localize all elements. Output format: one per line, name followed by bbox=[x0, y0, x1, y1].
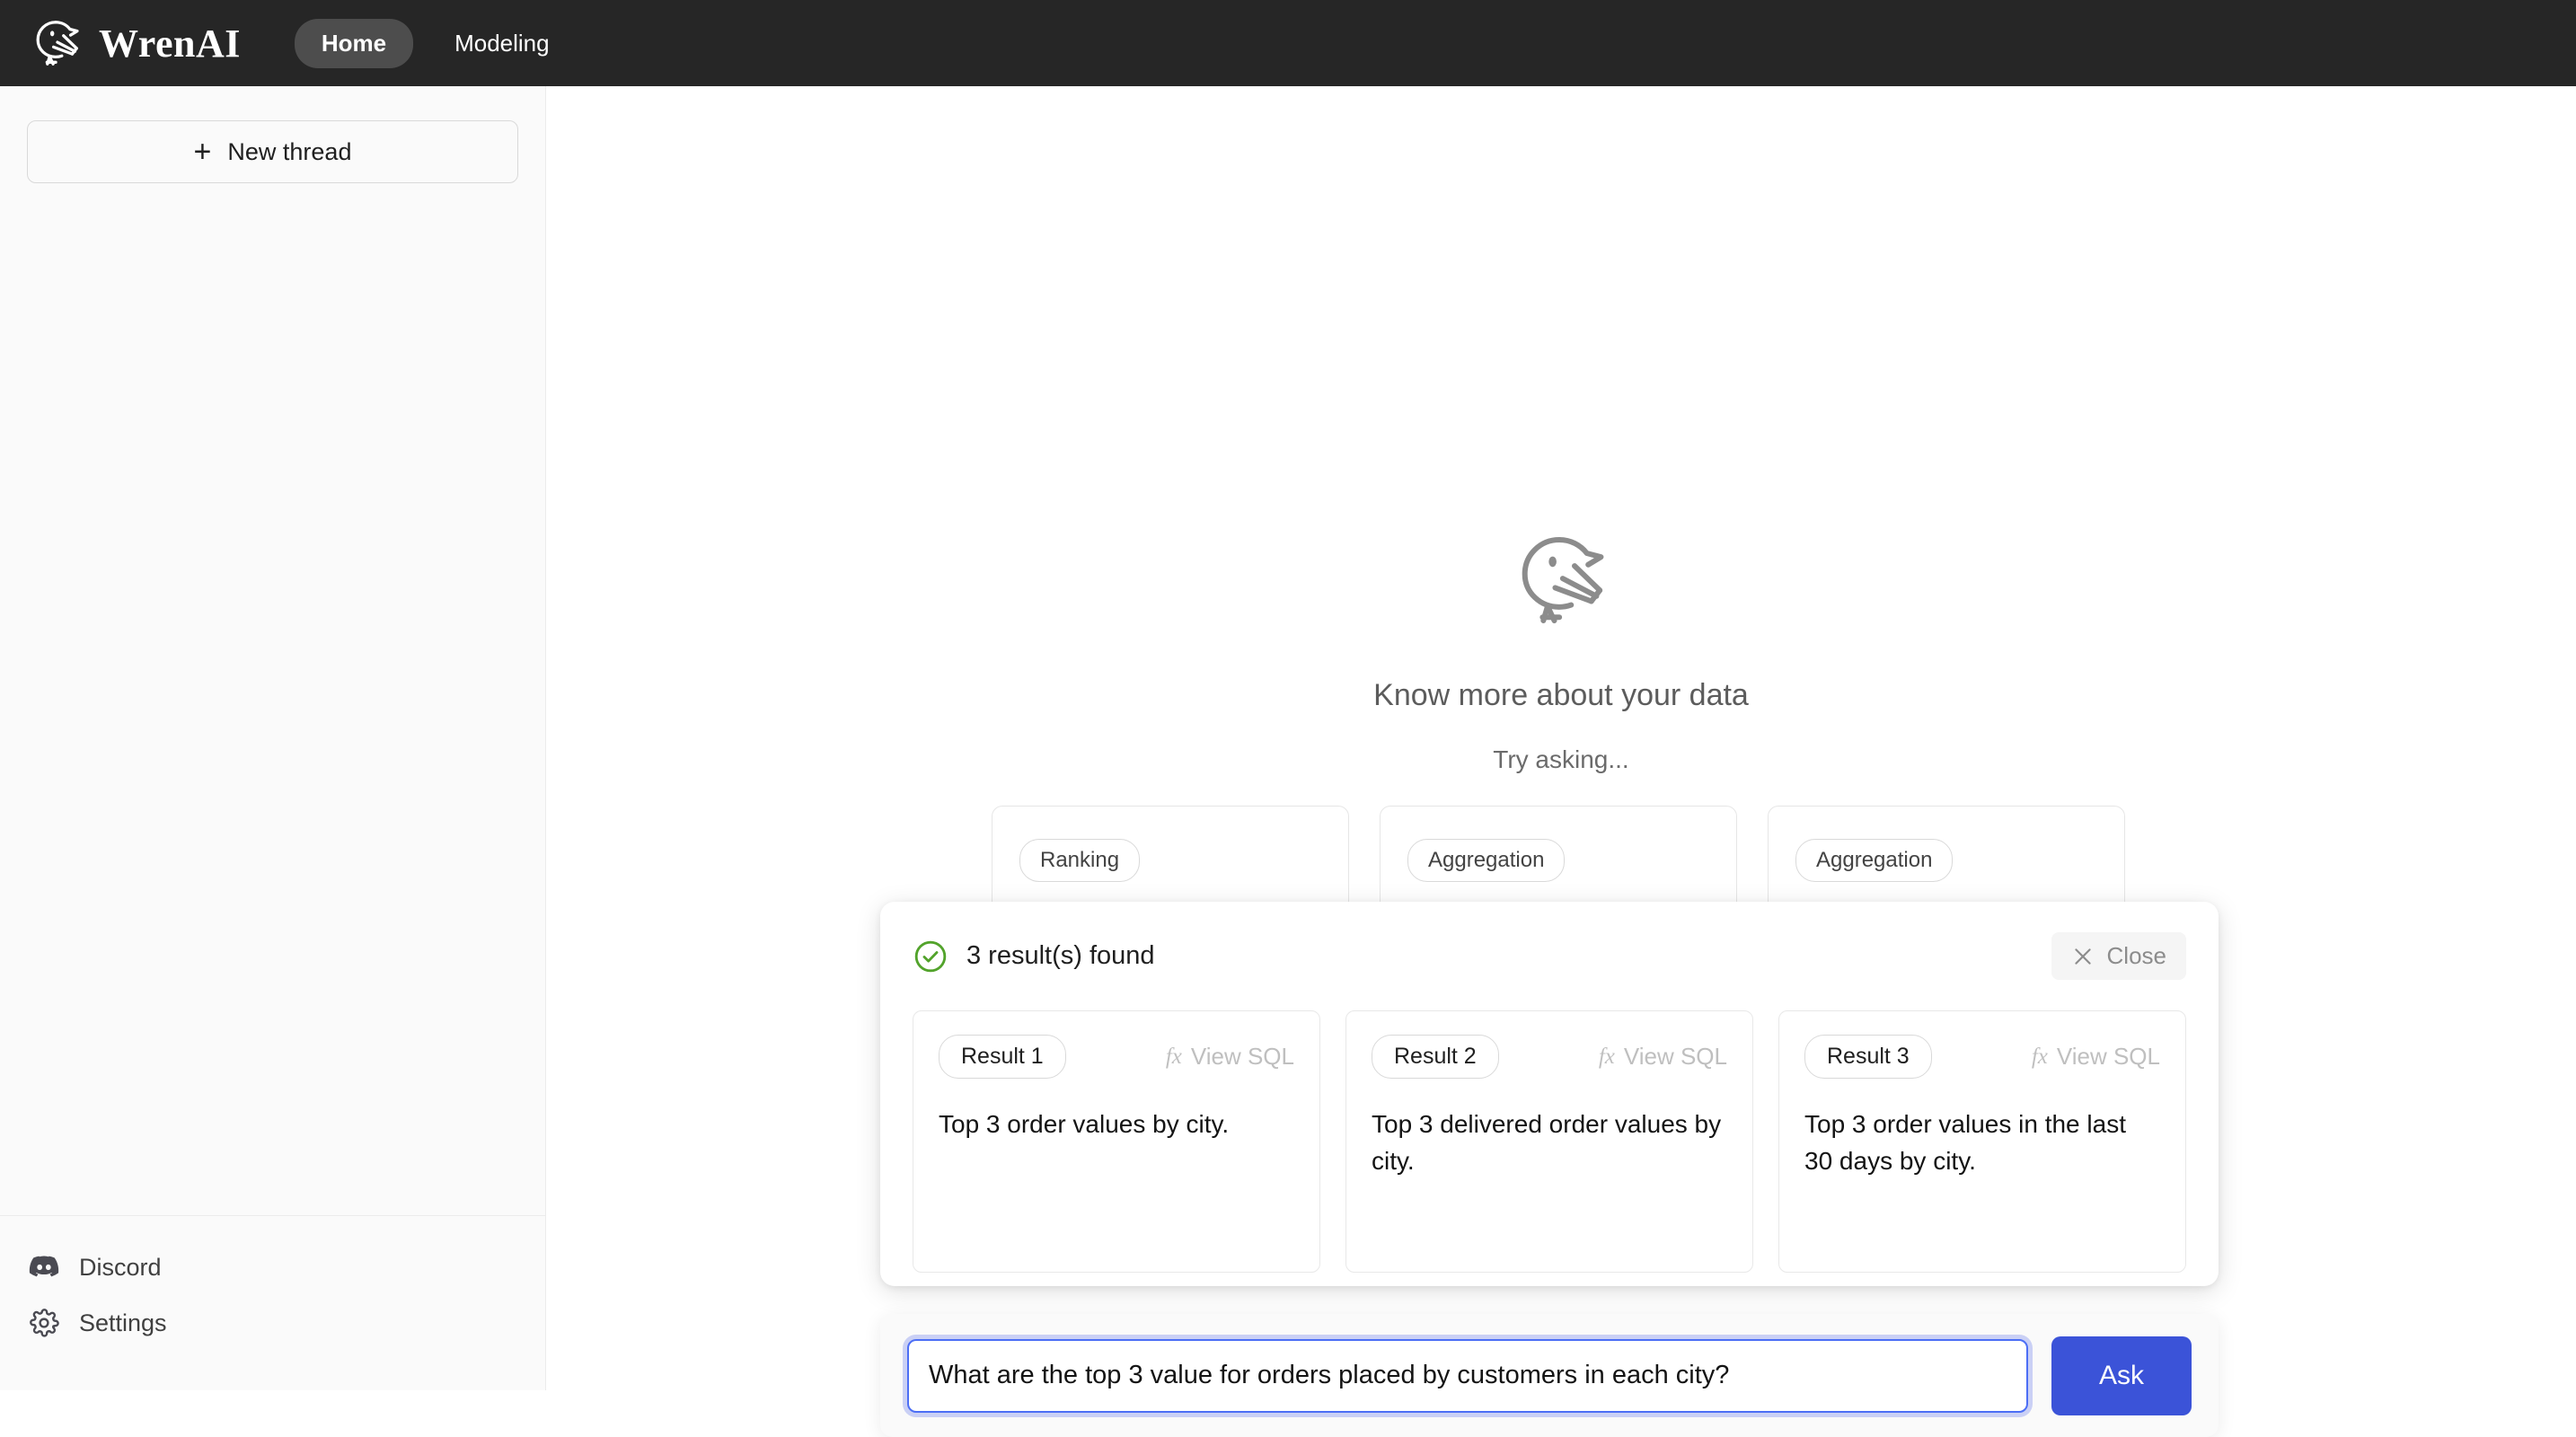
sidebar-footer: Discord Settings bbox=[0, 1215, 546, 1390]
brand[interactable]: WrenAI bbox=[29, 15, 241, 71]
empty-state-title: Know more about your data bbox=[546, 678, 2576, 713]
result-badge: Result 1 bbox=[939, 1035, 1066, 1079]
ask-button[interactable]: Ask bbox=[2051, 1336, 2192, 1415]
plus-icon: + bbox=[194, 137, 212, 167]
result-card[interactable]: Result 2 fx View SQL Top 3 delivered ord… bbox=[1345, 1010, 1753, 1273]
gear-icon bbox=[29, 1308, 59, 1338]
discord-icon bbox=[29, 1252, 59, 1283]
view-sql-button[interactable]: fx View SQL bbox=[1166, 1043, 1294, 1071]
result-description: Top 3 delivered order values by city. bbox=[1372, 1106, 1727, 1180]
nav-items: Home Modeling bbox=[295, 19, 577, 68]
fx-icon: fx bbox=[1166, 1045, 1182, 1070]
result-card-header: Result 3 fx View SQL bbox=[1804, 1035, 2160, 1079]
new-thread-button[interactable]: + New thread bbox=[27, 120, 518, 183]
view-sql-label: View SQL bbox=[1624, 1043, 1727, 1071]
close-button-label: Close bbox=[2107, 942, 2166, 970]
empty-state-subtitle: Try asking... bbox=[546, 745, 2576, 774]
result-card-list: Result 1 fx View SQL Top 3 order values … bbox=[880, 980, 2219, 1273]
sidebar-item-discord[interactable]: Discord bbox=[0, 1239, 546, 1295]
suggestion-category-badge: Aggregation bbox=[1407, 839, 1565, 882]
new-thread-label: New thread bbox=[227, 138, 351, 166]
result-card-header: Result 2 fx View SQL bbox=[1372, 1035, 1727, 1079]
prompt-bar: Ask bbox=[880, 1314, 2219, 1437]
sidebar-item-settings-label: Settings bbox=[79, 1309, 167, 1337]
result-description: Top 3 order values in the last 30 days b… bbox=[1804, 1106, 2160, 1180]
nav-item-modeling[interactable]: Modeling bbox=[428, 19, 577, 68]
close-button[interactable]: Close bbox=[2051, 932, 2186, 980]
view-sql-button[interactable]: fx View SQL bbox=[1599, 1043, 1727, 1071]
result-badge: Result 3 bbox=[1804, 1035, 1932, 1079]
main-content: Know more about your data Try asking... … bbox=[546, 86, 2576, 1390]
nav-item-home[interactable]: Home bbox=[295, 19, 413, 68]
result-card[interactable]: Result 3 fx View SQL Top 3 order values … bbox=[1778, 1010, 2186, 1273]
result-card-header: Result 1 fx View SQL bbox=[939, 1035, 1294, 1079]
close-icon bbox=[2071, 945, 2095, 968]
empty-state: Know more about your data Try asking... bbox=[546, 526, 2576, 774]
brand-name: WrenAI bbox=[99, 21, 241, 66]
suggestion-category-badge: Ranking bbox=[1019, 839, 1140, 882]
suggestion-category-badge: Aggregation bbox=[1795, 839, 1953, 882]
view-sql-label: View SQL bbox=[2057, 1043, 2160, 1071]
wren-bird-icon bbox=[1507, 526, 1615, 634]
results-panel: 3 result(s) found Close Result 1 fx View… bbox=[880, 902, 2219, 1286]
sidebar: + New thread Discord Settings bbox=[0, 86, 546, 1390]
result-card[interactable]: Result 1 fx View SQL Top 3 order values … bbox=[913, 1010, 1320, 1273]
results-panel-title: 3 result(s) found bbox=[966, 941, 1155, 971]
view-sql-button[interactable]: fx View SQL bbox=[2032, 1043, 2160, 1071]
wren-bird-logo-icon bbox=[29, 15, 84, 71]
question-input[interactable] bbox=[907, 1339, 2028, 1413]
check-circle-icon bbox=[913, 939, 948, 974]
view-sql-label: View SQL bbox=[1191, 1043, 1294, 1071]
sidebar-item-settings[interactable]: Settings bbox=[0, 1295, 546, 1351]
results-status: 3 result(s) found bbox=[913, 939, 1155, 974]
fx-icon: fx bbox=[2032, 1045, 2048, 1070]
sidebar-item-discord-label: Discord bbox=[79, 1254, 162, 1282]
fx-icon: fx bbox=[1599, 1045, 1615, 1070]
result-badge: Result 2 bbox=[1372, 1035, 1499, 1079]
result-description: Top 3 order values by city. bbox=[939, 1106, 1294, 1142]
results-panel-header: 3 result(s) found Close bbox=[880, 902, 2219, 980]
top-navigation-bar: WrenAI Home Modeling bbox=[0, 0, 2576, 86]
